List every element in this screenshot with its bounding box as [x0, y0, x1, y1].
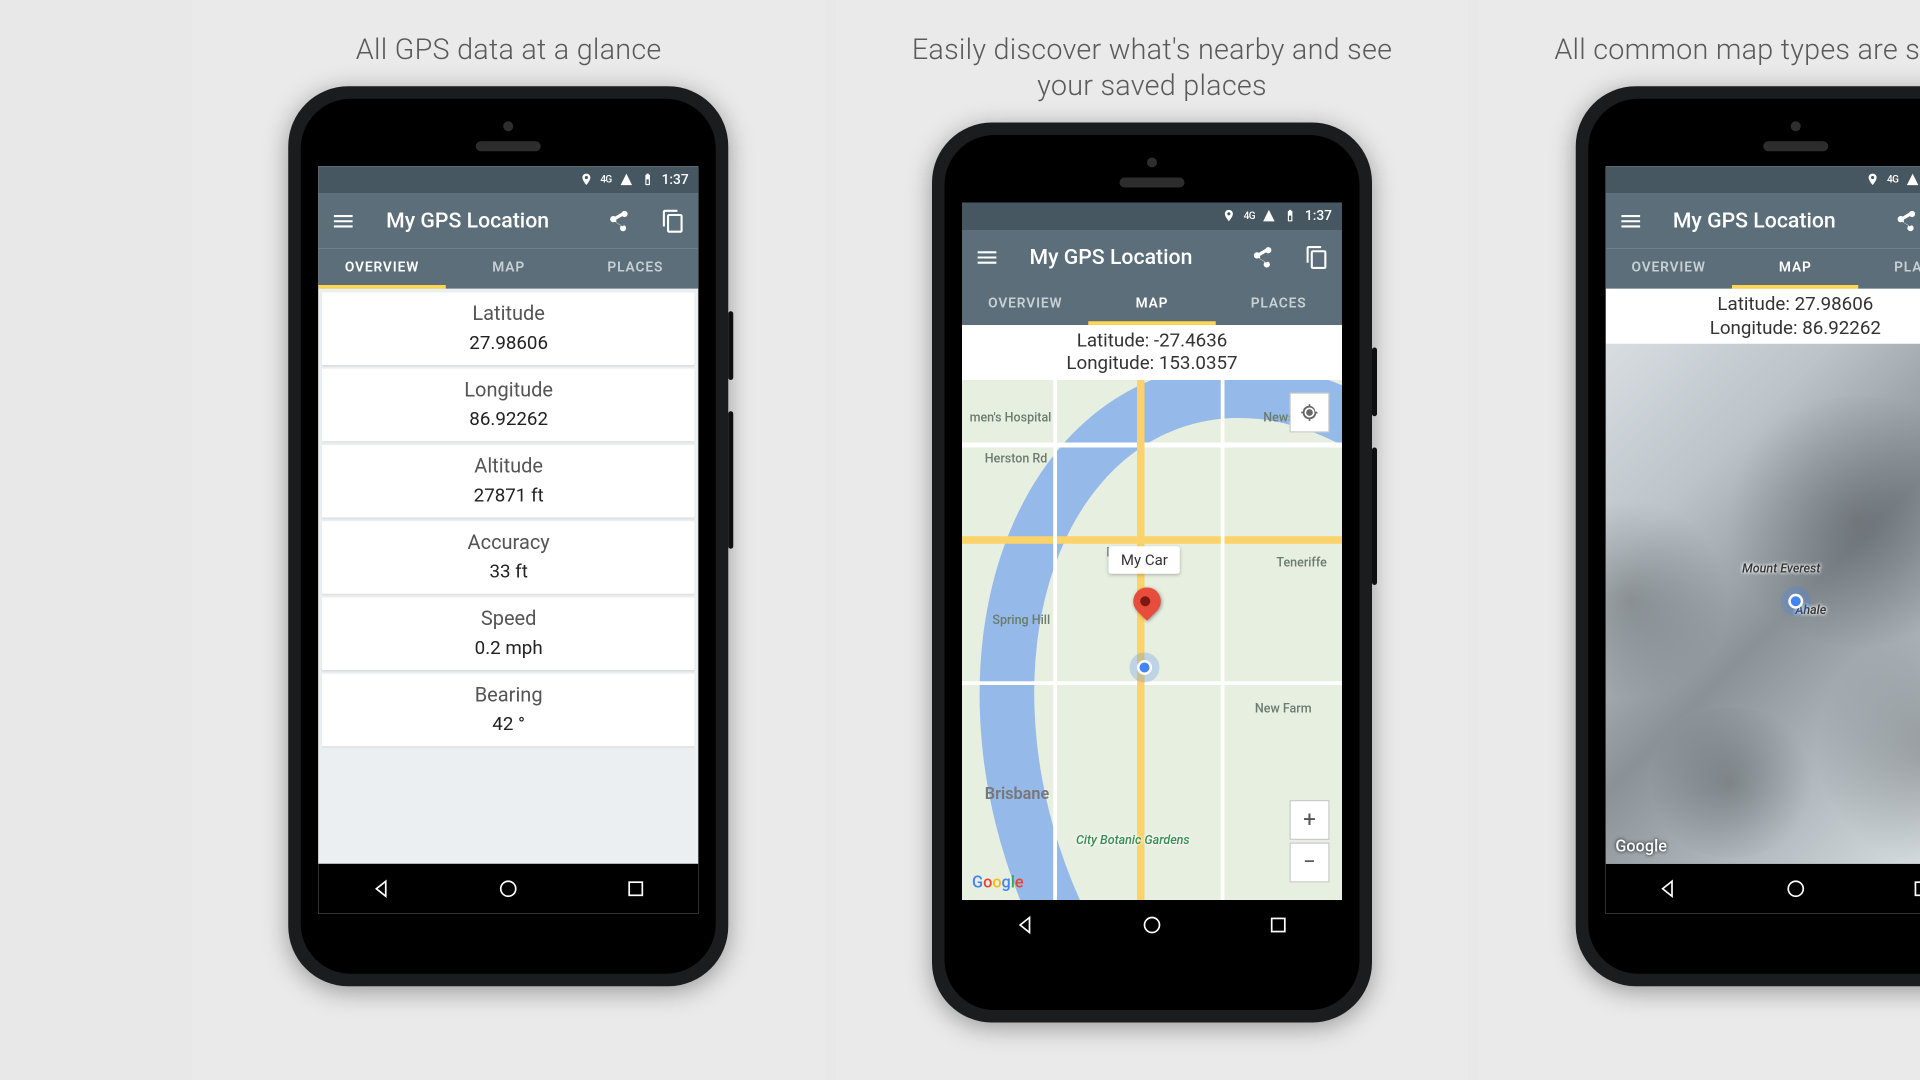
network-label: 4G: [600, 174, 611, 185]
list-item: Latitude27.98606: [322, 292, 695, 365]
coordinates-readout: Latitude: 27.98606 Longitude: 86.92262: [1605, 288, 1920, 344]
overview-list[interactable]: Latitude27.98606 Longitude86.92262 Altit…: [319, 288, 699, 863]
location-icon: [1866, 173, 1880, 187]
android-nav-bar: [962, 899, 1342, 949]
share-icon[interactable]: [606, 208, 631, 233]
signal-icon: [1906, 173, 1920, 187]
tab-overview[interactable]: OVERVIEW: [962, 284, 1089, 324]
home-icon[interactable]: [497, 877, 520, 900]
my-location-button[interactable]: [1290, 393, 1330, 433]
home-icon[interactable]: [1784, 877, 1807, 900]
battery-icon: [1284, 209, 1298, 223]
status-bar: 4G 1:37: [319, 166, 699, 194]
tab-places[interactable]: PLACES: [1215, 284, 1342, 324]
promo-panel-3: All common map types are supported 4G 1:…: [1479, 0, 1920, 1080]
zoom-out-button[interactable]: −: [1290, 842, 1330, 882]
map-canvas[interactable]: men's Hospital Herston Rd Spring Hill Fo…: [962, 380, 1342, 899]
tab-map[interactable]: MAP: [445, 248, 572, 288]
list-item: Bearing42 °: [322, 673, 695, 746]
zoom-in-button[interactable]: +: [1290, 799, 1330, 839]
status-bar: 4G 1:37: [1605, 166, 1920, 194]
tab-bar: OVERVIEW MAP PLACES: [1605, 248, 1920, 288]
android-nav-bar: [1605, 863, 1920, 913]
app-toolbar: My GPS Location: [962, 229, 1342, 284]
recents-icon[interactable]: [624, 877, 647, 900]
phone-frame: 4G 1:37 My GPS Location OVERVIEW MAP: [1575, 86, 1920, 986]
google-logo: Google: [972, 873, 1024, 892]
caption-3: All common map types are supported: [1504, 0, 1920, 86]
promo-panel-1: All GPS data at a glance 4G 1:37 My GPS …: [192, 0, 825, 1080]
menu-icon[interactable]: [331, 208, 356, 233]
tab-map[interactable]: MAP: [1732, 248, 1859, 288]
menu-icon[interactable]: [1618, 208, 1643, 233]
app-title: My GPS Location: [386, 208, 576, 233]
location-icon: [579, 173, 593, 187]
status-bar: 4G 1:37: [962, 202, 1342, 230]
map-poi: Herston Rd: [985, 453, 1048, 467]
app-toolbar: My GPS Location: [319, 193, 699, 248]
my-location-dot: [1788, 593, 1803, 608]
map-poi: Spring Hill: [992, 614, 1050, 628]
map-poi: men's Hospital: [970, 411, 1052, 425]
list-item: Altitude27871 ft: [322, 445, 695, 518]
status-time: 1:37: [662, 172, 689, 188]
phone-frame: 4G 1:37 My GPS Location OVERVIEW MAP: [289, 86, 729, 986]
tab-overview[interactable]: OVERVIEW: [1605, 248, 1732, 288]
list-item: Longitude86.92262: [322, 368, 695, 441]
google-logo: Google: [1615, 837, 1667, 856]
map-poi: Mount Everest: [1742, 562, 1820, 576]
caption-1: All GPS data at a glance: [306, 0, 712, 86]
status-time: 1:37: [1305, 208, 1332, 224]
tab-bar: OVERVIEW MAP PLACES: [319, 248, 699, 288]
battery-icon: [640, 173, 654, 187]
app-title: My GPS Location: [1030, 244, 1220, 269]
network-label: 4G: [1244, 210, 1255, 221]
map-canvas-satellite[interactable]: Mount Everest Ahale + − Google: [1605, 344, 1920, 863]
back-icon[interactable]: [1657, 877, 1680, 900]
tab-overview[interactable]: OVERVIEW: [319, 248, 446, 288]
app-toolbar: My GPS Location: [1605, 193, 1920, 248]
list-item: Accuracy33 ft: [322, 521, 695, 594]
signal-icon: [1262, 209, 1276, 223]
android-nav-bar: [319, 863, 699, 913]
tab-bar: OVERVIEW MAP PLACES: [962, 284, 1342, 324]
copy-icon[interactable]: [1305, 244, 1330, 269]
app-title: My GPS Location: [1673, 208, 1863, 233]
marker-label[interactable]: My Car: [1108, 546, 1180, 574]
map-poi: Teneriffe: [1276, 557, 1326, 571]
caption-2: Easily discover what's nearby and see yo…: [835, 0, 1468, 122]
location-icon: [1222, 209, 1236, 223]
menu-icon[interactable]: [975, 244, 1000, 269]
network-label: 4G: [1887, 174, 1898, 185]
map-poi: City Botanic Gardens: [1076, 834, 1190, 848]
share-icon[interactable]: [1250, 244, 1275, 269]
tab-map[interactable]: MAP: [1089, 284, 1216, 324]
promo-panel-2: Easily discover what's nearby and see yo…: [835, 0, 1468, 1080]
back-icon[interactable]: [371, 877, 394, 900]
map-poi: Brisbane: [985, 785, 1049, 804]
coordinates-readout: Latitude: -27.4636 Longitude: 153.0357: [962, 324, 1342, 380]
share-icon[interactable]: [1893, 208, 1918, 233]
recents-icon[interactable]: [1267, 913, 1290, 936]
recents-icon[interactable]: [1911, 877, 1920, 900]
map-poi: New Farm: [1255, 702, 1312, 716]
tab-places[interactable]: PLACES: [1859, 248, 1920, 288]
copy-icon[interactable]: [661, 208, 686, 233]
home-icon[interactable]: [1141, 913, 1164, 936]
signal-icon: [619, 173, 633, 187]
tab-places[interactable]: PLACES: [572, 248, 699, 288]
phone-frame: 4G 1:37 My GPS Location OVERVIEW MAP: [932, 122, 1372, 1022]
back-icon[interactable]: [1014, 913, 1037, 936]
list-item: Speed0.2 mph: [322, 597, 695, 670]
